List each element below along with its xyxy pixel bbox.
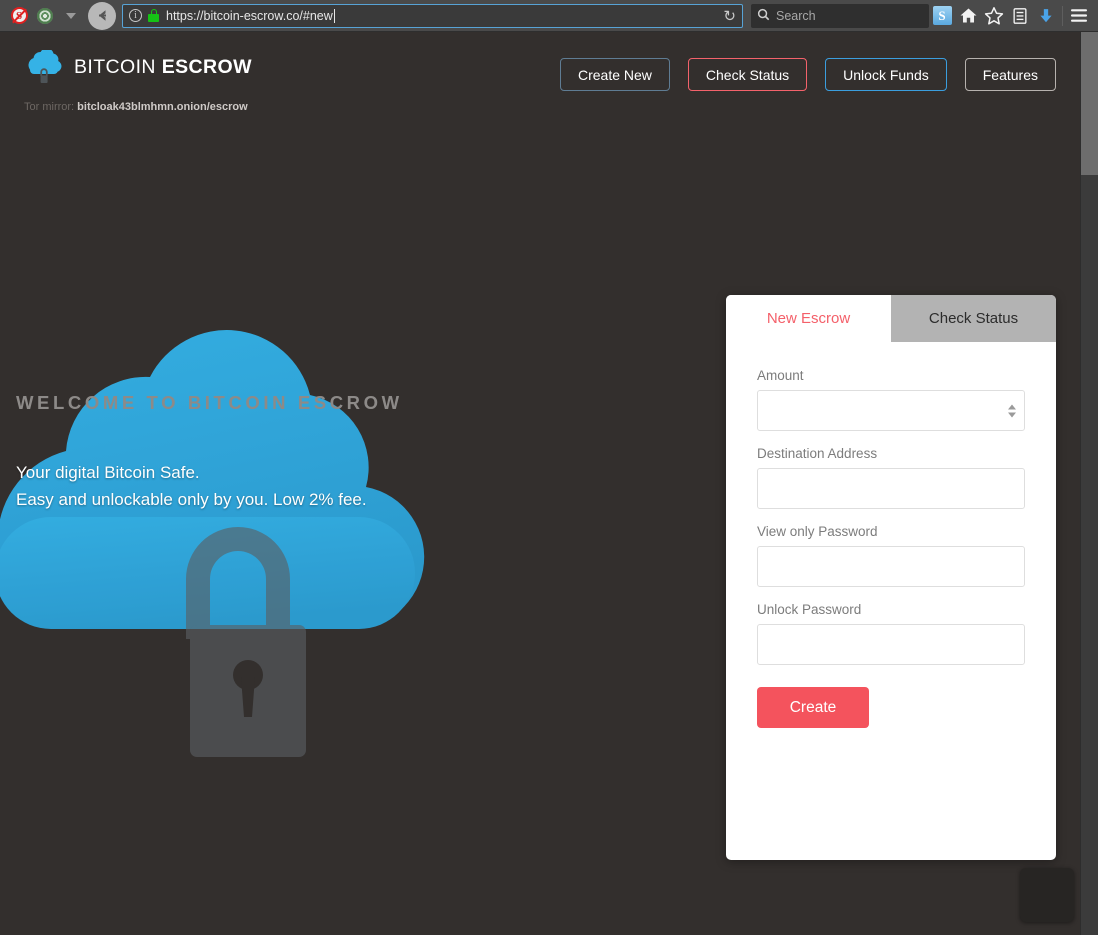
chevron-down-icon-glyph	[66, 12, 76, 19]
cloud-lock-logo	[24, 48, 64, 84]
nav-create-new[interactable]: Create New	[559, 58, 670, 91]
site-info-icon[interactable]: i	[129, 9, 142, 22]
download-arrow-icon	[1040, 8, 1052, 22]
cloud-lock-hero-graphic	[0, 330, 425, 757]
brand[interactable]: BITCOIN ESCROW	[24, 48, 252, 84]
escrow-form-card: New Escrow Check Status Amount Destinati…	[726, 295, 1056, 860]
field-amount: Amount	[757, 368, 1025, 431]
hero-copy: WELCOME TO BITCOIN ESCROW Your digital B…	[16, 392, 403, 513]
field-view-only-password: View only Password	[757, 524, 1025, 587]
page-content: WELCOME TO BITCOIN ESCROW Your digital B…	[0, 32, 1080, 935]
home-icon	[960, 8, 976, 23]
search-bar[interactable]: Search	[751, 3, 929, 28]
field-destination-address: Destination Address	[757, 446, 1025, 509]
search-input-placeholder: Search	[776, 8, 816, 23]
stepper-up-icon[interactable]	[1008, 404, 1016, 409]
library-icon	[1013, 7, 1027, 24]
field-unlock-password-label: Unlock Password	[757, 602, 862, 617]
site-header: BITCOIN ESCROW Tor mirror: bitcloak43blm…	[0, 32, 1080, 127]
brand-word-2: ESCROW	[161, 55, 252, 78]
nav-check-status[interactable]: Check Status	[687, 58, 808, 91]
url-bar[interactable]: i https://bitcoin-escrow.co/#new ↻	[122, 3, 743, 28]
tor-onion-icon[interactable]	[32, 3, 58, 29]
field-amount-label: Amount	[757, 368, 804, 383]
reload-icon[interactable]: ↻	[723, 7, 736, 25]
star-icon	[984, 6, 1004, 25]
amount-stepper[interactable]	[1008, 404, 1016, 417]
create-escrow-button[interactable]: Create	[757, 687, 869, 728]
tor-mirror-url[interactable]: bitcloak43blmhmn.onion/escrow	[77, 101, 248, 113]
hero-line-2: Easy and unlockable only by you. Low 2% …	[16, 490, 367, 509]
library-button[interactable]	[1007, 3, 1033, 29]
url-text: https://bitcoin-escrow.co/#new	[166, 8, 335, 23]
hero-kicker: WELCOME TO BITCOIN ESCROW	[16, 392, 403, 413]
menu-button[interactable]	[1066, 3, 1092, 29]
view-only-password-input[interactable]	[757, 546, 1025, 587]
s-extension-icon[interactable]: S	[929, 3, 955, 29]
tor-mirror: Tor mirror: bitcloak43blmhmn.onion/escro…	[24, 101, 248, 113]
noscript-icon[interactable]: S	[6, 3, 32, 29]
search-icon	[757, 8, 770, 24]
padlock-shape	[186, 527, 306, 757]
home-button[interactable]	[955, 3, 981, 29]
field-unlock-password: Unlock Password	[757, 602, 1025, 665]
browser-toolbar: S i https://bitcoin-escrow.co/#new ↻ Sea…	[0, 0, 1098, 32]
field-destination-address-label: Destination Address	[757, 446, 878, 461]
toolbar-divider	[1062, 5, 1063, 26]
hero-line-1: Your digital Bitcoin Safe.	[16, 463, 200, 482]
brand-word-1: BITCOIN	[74, 55, 156, 78]
brand-title: BITCOIN ESCROW	[74, 56, 252, 79]
https-lock-icon	[148, 9, 159, 22]
card-tabs: New Escrow Check Status	[726, 295, 1056, 342]
nav-features[interactable]: Features	[964, 58, 1056, 91]
bookmark-button[interactable]	[981, 3, 1007, 29]
amount-input[interactable]	[757, 390, 1025, 431]
back-button[interactable]	[88, 1, 116, 30]
hamburger-menu-icon	[1071, 9, 1087, 22]
tab-check-status[interactable]: Check Status	[891, 295, 1056, 342]
tab-new-escrow[interactable]: New Escrow	[726, 295, 891, 342]
field-view-only-password-label: View only Password	[757, 524, 878, 539]
chevron-down-icon[interactable]	[58, 3, 84, 29]
back-arrow-icon	[98, 10, 106, 21]
card-body: Amount Destination Address View only Pas…	[726, 342, 1056, 728]
destination-address-input[interactable]	[757, 468, 1025, 509]
s-extension-icon-glyph: S	[932, 6, 952, 25]
tor-mirror-label: Tor mirror:	[24, 101, 75, 113]
noscript-icon-glyph: S	[10, 7, 28, 24]
floating-widget-button[interactable]	[1020, 868, 1074, 922]
page-scrollbar[interactable]	[1080, 32, 1098, 935]
unlock-password-input[interactable]	[757, 624, 1025, 665]
nav-unlock-funds[interactable]: Unlock Funds	[825, 58, 947, 91]
main-nav: Create New Check Status Unlock Funds Fea…	[559, 58, 1056, 91]
scrollbar-thumb[interactable]	[1081, 32, 1098, 175]
stepper-down-icon[interactable]	[1008, 412, 1016, 417]
tor-onion-icon-glyph	[37, 7, 53, 24]
downloads-button[interactable]	[1033, 3, 1059, 29]
